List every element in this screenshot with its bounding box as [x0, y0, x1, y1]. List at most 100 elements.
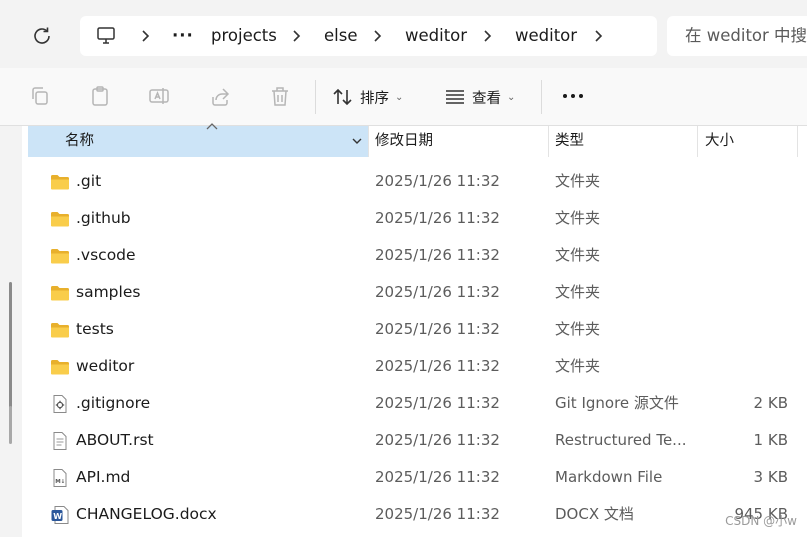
breadcrumb-item-projects[interactable]: projects	[211, 16, 277, 56]
column-divider[interactable]	[548, 126, 549, 157]
word-file-icon: W	[50, 505, 70, 525]
file-type: 文件夹	[555, 209, 601, 227]
file-type: 文件夹	[555, 172, 601, 190]
file-size: 2 KB	[753, 394, 788, 412]
file-type: Markdown File	[555, 468, 663, 486]
breadcrumb-item-weditor[interactable]: weditor	[405, 16, 467, 56]
file-name[interactable]: .vscode	[76, 237, 136, 274]
file-row[interactable]: M↓ API.md 2025/1/26 11:32 Markdown File 3 KB	[28, 459, 807, 496]
chevron-right-icon[interactable]	[591, 28, 605, 44]
view-icon	[446, 90, 464, 104]
file-name[interactable]: weditor	[76, 348, 134, 385]
file-row[interactable]: samples 2025/1/26 11:32 文件夹	[28, 274, 807, 311]
file-modified: 2025/1/26 11:32	[375, 209, 500, 227]
file-row[interactable]: .github 2025/1/26 11:32 文件夹	[28, 200, 807, 237]
toolbar-separator	[541, 80, 542, 114]
address-bar-row: ··· projects else weditor weditor 在 wedi…	[0, 0, 807, 68]
chevron-right-icon[interactable]	[370, 28, 384, 44]
column-divider[interactable]	[697, 126, 698, 157]
file-name[interactable]: samples	[76, 274, 140, 311]
column-header-modified[interactable]: 修改日期	[375, 126, 433, 157]
navigation-pane-edge	[0, 126, 22, 537]
column-header-size[interactable]: 大小	[705, 126, 734, 157]
search-input[interactable]: 在 weditor 中搜索	[685, 16, 807, 56]
file-row[interactable]: ABOUT.rst 2025/1/26 11:32 Restructured Te.…	[28, 422, 807, 459]
breadcrumb-item-else[interactable]: else	[324, 16, 357, 56]
folder-icon	[50, 283, 70, 303]
refresh-icon[interactable]	[30, 24, 54, 48]
chevron-down-icon: ⌄	[507, 91, 516, 103]
file-modified: 2025/1/26 11:32	[375, 246, 500, 264]
command-bar: 排序 ⌄ 查看 ⌄	[0, 68, 807, 126]
file-modified: 2025/1/26 11:32	[375, 505, 500, 523]
chevron-right-icon[interactable]	[138, 28, 152, 44]
file-row[interactable]: .vscode 2025/1/26 11:32 文件夹	[28, 237, 807, 274]
file-type: DOCX 文档	[555, 505, 634, 523]
column-divider[interactable]	[797, 126, 798, 157]
watermark: CSDN @小w	[725, 514, 797, 528]
file-row[interactable]: .git 2025/1/26 11:32 文件夹	[28, 163, 807, 200]
chevron-down-icon[interactable]	[351, 136, 363, 146]
column-divider[interactable]	[368, 126, 369, 157]
share-icon[interactable]	[209, 85, 231, 107]
more-options-icon[interactable]	[560, 88, 586, 104]
paste-icon[interactable]	[89, 85, 111, 107]
file-modified: 2025/1/26 11:32	[375, 283, 500, 301]
file-row[interactable]: tests 2025/1/26 11:32 文件夹	[28, 311, 807, 348]
chevron-right-icon[interactable]	[480, 28, 494, 44]
folder-icon	[50, 209, 70, 229]
sort-button[interactable]: 排序 ⌄	[332, 81, 403, 113]
svg-text:M↓: M↓	[55, 478, 65, 485]
config-file-icon	[50, 394, 70, 414]
sort-label: 排序	[360, 90, 389, 107]
text-file-icon	[50, 431, 70, 451]
breadcrumb[interactable]: ··· projects else weditor weditor	[80, 16, 657, 56]
file-modified: 2025/1/26 11:32	[375, 172, 500, 190]
markdown-file-icon: M↓	[50, 468, 70, 488]
file-modified: 2025/1/26 11:32	[375, 320, 500, 338]
file-name[interactable]: .git	[76, 163, 101, 200]
file-size: 1 KB	[753, 431, 788, 449]
breadcrumb-overflow[interactable]: ···	[172, 16, 194, 56]
view-button[interactable]: 查看 ⌄	[444, 81, 515, 113]
scrollbar-thumb-lower[interactable]	[9, 406, 12, 444]
file-name[interactable]: .github	[76, 200, 131, 237]
file-name[interactable]: .gitignore	[76, 385, 150, 422]
folder-icon	[50, 357, 70, 377]
folder-icon	[50, 246, 70, 266]
file-type: 文件夹	[555, 357, 601, 375]
svg-text:W: W	[53, 512, 62, 521]
file-type: Git Ignore 源文件	[555, 394, 679, 412]
delete-icon[interactable]	[269, 85, 291, 107]
file-type: 文件夹	[555, 283, 601, 301]
chevron-right-icon[interactable]	[289, 28, 303, 44]
chevron-down-icon: ⌄	[395, 91, 404, 103]
folder-icon	[50, 320, 70, 340]
view-label: 查看	[472, 90, 501, 107]
copy-icon[interactable]	[29, 85, 51, 107]
file-modified: 2025/1/26 11:32	[375, 394, 500, 412]
breadcrumb-item-weditor-current[interactable]: weditor	[515, 16, 577, 56]
file-modified: 2025/1/26 11:32	[375, 468, 500, 486]
search-box[interactable]: 在 weditor 中搜索	[667, 16, 807, 56]
folder-icon	[50, 172, 70, 192]
file-name[interactable]: ABOUT.rst	[76, 422, 154, 459]
file-type: Restructured Te...	[555, 431, 687, 449]
file-name[interactable]: CHANGELOG.docx	[76, 496, 217, 533]
file-modified: 2025/1/26 11:32	[375, 431, 500, 449]
sort-icon	[333, 88, 352, 106]
this-pc-icon[interactable]	[96, 26, 118, 46]
file-name[interactable]: API.md	[76, 459, 130, 496]
sort-ascending-icon	[206, 123, 218, 130]
toolbar-separator	[315, 80, 316, 114]
file-row[interactable]: W CHANGELOG.docx 2025/1/26 11:32 DOCX 文档 945…	[28, 496, 807, 533]
file-type: 文件夹	[555, 320, 601, 338]
file-name[interactable]: tests	[76, 311, 114, 348]
file-row[interactable]: weditor 2025/1/26 11:32 文件夹	[28, 348, 807, 385]
column-header-type[interactable]: 类型	[555, 126, 584, 157]
rename-icon[interactable]	[148, 85, 170, 107]
file-row[interactable]: .gitignore 2025/1/26 11:32 Git Ignore 源文件 2…	[28, 385, 807, 422]
file-size: 3 KB	[753, 468, 788, 486]
file-type: 文件夹	[555, 246, 601, 264]
column-header-name[interactable]: 名称	[28, 126, 368, 157]
